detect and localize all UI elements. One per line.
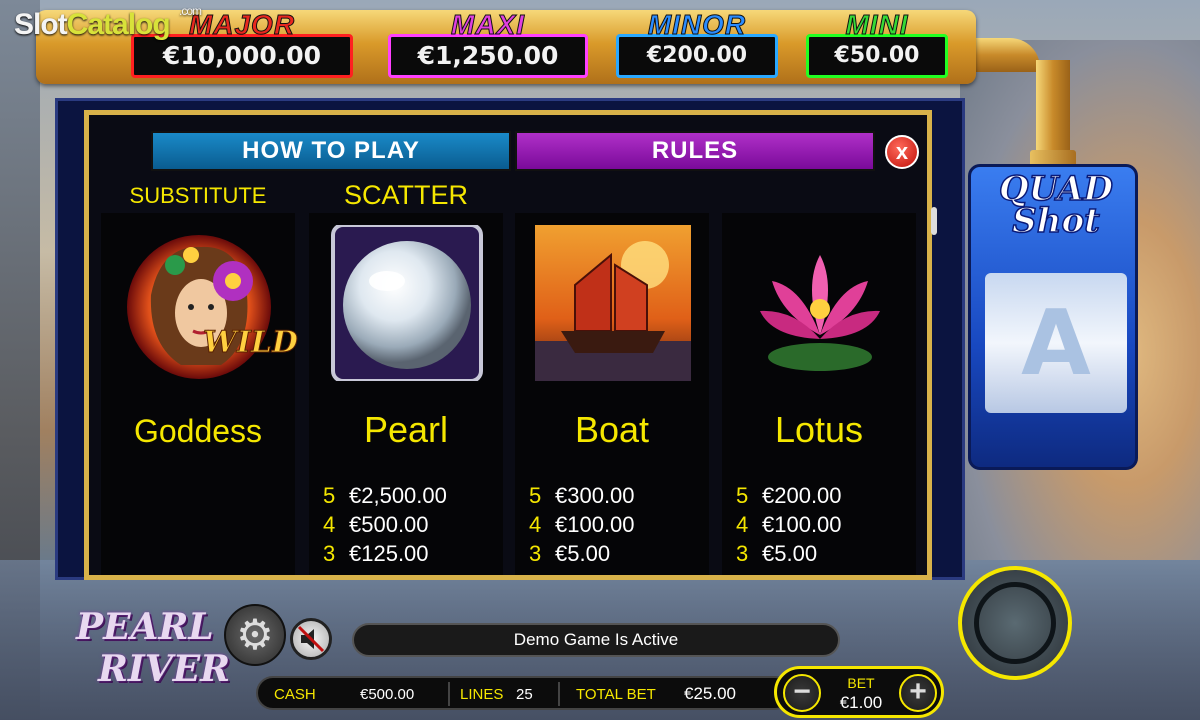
lotus-icon [760, 255, 880, 371]
pay-amount: €125.00 [349, 541, 429, 566]
pay-amount: €100.00 [555, 512, 635, 537]
info-divider [448, 682, 450, 706]
spin-button[interactable] [958, 566, 1072, 680]
quad-shot-title: QUAD Shot [971, 171, 1141, 241]
pay-count: 4 [736, 512, 749, 537]
game-logo: PEARL RIVER [48, 604, 230, 700]
jackpot-bar: MAJOR €10,000.00 MAXI €1,250.00 MINOR €2… [36, 9, 976, 84]
info-divider [558, 682, 560, 706]
pay-count: 4 [323, 512, 336, 537]
symbol-label: SUBSTITUTE [129, 183, 267, 208]
pay-row: 3 €5.00 [529, 541, 699, 570]
jackpot-mini: MINI €50.00 [806, 9, 948, 78]
paytable-scrollbar[interactable] [931, 207, 937, 235]
watermark-logo: SlotCatalog .com [14, 4, 202, 42]
wild-badge: WILD [203, 325, 299, 361]
sound-toggle-button[interactable] [290, 618, 332, 660]
pay-table: 5 €300.00 4 €100.00 3 €5.00 [529, 483, 699, 570]
quad-shot-panel: QUAD Shot A [968, 164, 1138, 470]
symbol-card-pearl: SCATTER Pearl 5 €2,500.00 4 €500.00 3 €125.… [309, 180, 503, 575]
pay-table: 5 €2,500.00 4 €500.00 3 €125.00 [323, 483, 493, 570]
bet-increase-button[interactable]: + [899, 674, 937, 712]
lines-value: 25 [516, 686, 533, 703]
close-button[interactable]: x [885, 135, 919, 169]
pay-count: 3 [323, 541, 336, 566]
gear-icon: ⚙ [236, 611, 274, 658]
quad-shot-line2: Shot [1011, 201, 1100, 241]
symbol-card-goddess: SUBSTITUTE WILD Goddess [101, 183, 299, 575]
pay-row: 5 €2,500.00 [323, 483, 493, 512]
pay-row: 4 €500.00 [323, 512, 493, 541]
jackpot-maxi: MAXI €1,250.00 [388, 9, 588, 78]
status-message: Demo Game Is Active [352, 623, 840, 657]
pay-amount: €500.00 [349, 512, 429, 537]
settings-button[interactable]: ⚙ [224, 604, 286, 666]
symbol-card-lotus: Lotus 5 €200.00 4 €100.00 3 €5.00 [722, 213, 916, 575]
game-logo-line2: RIVER [98, 648, 231, 690]
jackpot-minor: MINOR €200.00 [616, 9, 778, 78]
symbol-name: Boat [574, 409, 650, 450]
pay-table: 5 €200.00 4 €100.00 3 €5.00 [736, 483, 906, 570]
watermark-prefix: Slot [14, 8, 68, 41]
pay-amount: €100.00 [762, 512, 842, 537]
pay-row: 5 €300.00 [529, 483, 699, 512]
pay-count: 3 [736, 541, 749, 566]
bet-label: BET [847, 675, 875, 691]
pay-count: 5 [736, 483, 749, 508]
quad-shot-reel-symbol: A [1021, 290, 1091, 396]
cash-value: €500.00 [360, 686, 415, 703]
pay-row: 4 €100.00 [736, 512, 906, 541]
pay-count: 4 [529, 512, 542, 537]
pay-count: 5 [529, 483, 542, 508]
speaker-muted-icon [297, 625, 325, 653]
game-logo-line1: PEARL [76, 606, 214, 648]
bet-decrease-button[interactable]: − [783, 674, 821, 712]
symbol-label: SCATTER [343, 180, 468, 210]
watermark-suffix: .com [179, 4, 202, 18]
jackpot-maxi-value: €1,250.00 [388, 34, 588, 78]
tab-how-to-play[interactable]: HOW TO PLAY [151, 131, 511, 171]
pearl-icon [331, 225, 483, 381]
total-bet-label: TOTAL BET [576, 686, 656, 703]
info-bar: CASH €500.00 LINES 25 TOTAL BET €25.00 [256, 676, 792, 710]
pay-amount: €200.00 [762, 483, 842, 508]
pay-row: 3 €5.00 [736, 541, 906, 570]
pay-amount: €5.00 [555, 541, 611, 566]
bet-control: − BET €1.00 + [774, 666, 944, 718]
total-bet-value: €25.00 [684, 684, 736, 703]
boat-icon [535, 225, 691, 381]
pay-amount: €300.00 [555, 483, 635, 508]
pay-row: 3 €125.00 [323, 541, 493, 570]
pay-amount: €5.00 [762, 541, 818, 566]
lines-label: LINES [460, 686, 504, 703]
pay-count: 5 [323, 483, 336, 508]
pay-count: 3 [529, 541, 542, 566]
paytable-panel: HOW TO PLAY RULES x SUBSTITUTE WILD Godd… [84, 110, 937, 580]
watermark-accent: Catalog [66, 8, 171, 41]
quad-shot-reel: A [985, 273, 1127, 413]
jackpot-mini-value: €50.00 [806, 34, 948, 78]
tab-rules[interactable]: RULES [515, 131, 875, 171]
pay-row: 5 €200.00 [736, 483, 906, 512]
pay-row: 4 €100.00 [529, 512, 699, 541]
symbol-name: Goddess [133, 413, 263, 449]
symbol-name: Lotus [774, 409, 864, 450]
cash-label: CASH [274, 686, 316, 703]
pay-amount: €2,500.00 [349, 483, 447, 508]
symbol-name: Pearl [363, 409, 449, 450]
spin-icon [974, 582, 1056, 664]
symbol-card-boat: Boat 5 €300.00 4 €100.00 3 €5.00 [515, 213, 709, 575]
bet-value: €1.00 [839, 693, 883, 712]
jackpot-minor-value: €200.00 [616, 34, 778, 78]
